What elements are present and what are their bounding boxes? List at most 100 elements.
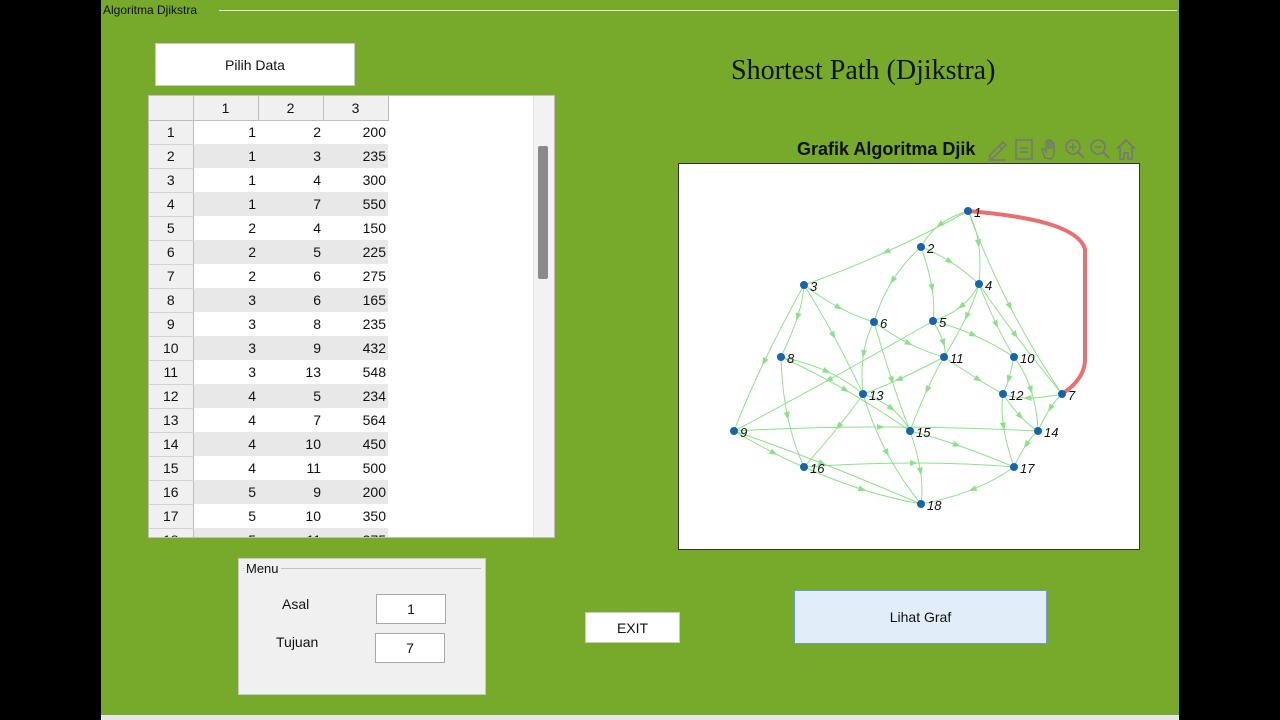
table-row[interactable]: 1 1 2 200 xyxy=(149,120,388,145)
row-header[interactable]: 6 xyxy=(149,240,194,265)
table-cell[interactable]: 375 xyxy=(323,528,388,537)
row-header[interactable]: 7 xyxy=(149,264,194,289)
table-cell[interactable]: 234 xyxy=(323,384,388,408)
table-row[interactable]: 5 2 4 150 xyxy=(149,216,388,241)
column-header[interactable]: 2 xyxy=(258,96,324,121)
table-cell[interactable]: 6 xyxy=(258,288,323,312)
row-header[interactable]: 9 xyxy=(149,312,194,337)
exit-button[interactable]: EXIT xyxy=(585,612,680,643)
table-cell[interactable]: 4 xyxy=(258,216,323,240)
table-cell[interactable]: 300 xyxy=(323,168,388,192)
table-row[interactable]: 11 3 13 548 xyxy=(149,360,388,385)
table-cell[interactable]: 200 xyxy=(323,120,388,144)
table-cell[interactable]: 10 xyxy=(258,504,323,528)
table-cell[interactable]: 1 xyxy=(193,168,258,192)
table-row[interactable]: 10 3 9 432 xyxy=(149,336,388,361)
table-cell[interactable]: 2 xyxy=(193,240,258,264)
row-header[interactable]: 11 xyxy=(149,360,194,385)
table-cell[interactable]: 200 xyxy=(323,480,388,504)
table-row[interactable]: 18511375 xyxy=(149,528,388,537)
table-row[interactable]: 3 1 4 300 xyxy=(149,168,388,193)
table-row[interactable]: 7 2 6 275 xyxy=(149,264,388,289)
table-cell[interactable]: 2 xyxy=(258,120,323,144)
table-cell[interactable]: 548 xyxy=(323,360,388,384)
table-cell[interactable]: 4 xyxy=(258,168,323,192)
table-cell[interactable]: 11 xyxy=(258,528,323,537)
row-header[interactable]: 14 xyxy=(149,432,194,457)
table-cell[interactable]: 3 xyxy=(193,360,258,384)
table-cell[interactable]: 150 xyxy=(323,216,388,240)
table-cell[interactable]: 5 xyxy=(258,240,323,264)
table-cell[interactable]: 450 xyxy=(323,432,388,456)
table-cell[interactable]: 3 xyxy=(193,288,258,312)
asal-input[interactable] xyxy=(376,594,446,624)
table-cell[interactable]: 8 xyxy=(258,312,323,336)
row-header[interactable]: 15 xyxy=(149,456,194,481)
table-cell[interactable]: 564 xyxy=(323,408,388,432)
table-row[interactable]: 6 2 5 225 xyxy=(149,240,388,265)
table-row[interactable]: 16 5 9 200 xyxy=(149,480,388,505)
table-cell[interactable]: 3 xyxy=(193,312,258,336)
graph-axes[interactable]: 1 2 3 4 5 6 7 8 9 10 11 12 13 14 15 16 17 18 xyxy=(678,163,1140,550)
row-header[interactable]: 3 xyxy=(149,168,194,193)
table-scrollbar-thumb[interactable] xyxy=(538,146,548,279)
row-header[interactable]: 16 xyxy=(149,480,194,505)
table-cell[interactable]: 225 xyxy=(323,240,388,264)
row-header[interactable]: 13 xyxy=(149,408,194,433)
column-header[interactable]: 1 xyxy=(193,96,259,121)
table-cell[interactable]: 7 xyxy=(258,192,323,216)
table-cell[interactable]: 5 xyxy=(193,480,258,504)
table-cell[interactable]: 5 xyxy=(193,504,258,528)
table-cell[interactable]: 1 xyxy=(193,144,258,168)
table-cell[interactable]: 1 xyxy=(193,120,258,144)
pan-hand-icon[interactable] xyxy=(1038,136,1062,162)
row-header[interactable]: 4 xyxy=(149,192,194,217)
table-cell[interactable]: 275 xyxy=(323,264,388,288)
table-cell[interactable]: 11 xyxy=(258,456,323,480)
table-row[interactable]: 4 1 7 550 xyxy=(149,192,388,217)
row-header[interactable]: 17 xyxy=(149,504,194,529)
row-header[interactable]: 2 xyxy=(149,144,194,169)
table-cell[interactable]: 9 xyxy=(258,480,323,504)
table-row[interactable]: 12 4 5 234 xyxy=(149,384,388,409)
table-cell[interactable]: 3 xyxy=(258,144,323,168)
table-cell[interactable]: 4 xyxy=(193,432,258,456)
data-table-panel[interactable]: 1 2 3 1 1 2 200 2 1 3 235 3 1 4 300 4 1 7 550 5 2 4 150 6 2 5 2… xyxy=(148,95,555,538)
zoom-out-icon[interactable] xyxy=(1088,136,1112,162)
table-cell[interactable]: 5 xyxy=(193,528,258,537)
table-row[interactable]: 15 4 11 500 xyxy=(149,456,388,481)
table-row[interactable]: 14 4 10 450 xyxy=(149,432,388,457)
table-cell[interactable]: 2 xyxy=(193,216,258,240)
table-cell[interactable]: 7 xyxy=(258,408,323,432)
row-header[interactable]: 12 xyxy=(149,384,194,409)
table-cell[interactable]: 2 xyxy=(193,264,258,288)
table-cell[interactable]: 4 xyxy=(193,408,258,432)
table-cell[interactable]: 4 xyxy=(193,456,258,480)
row-header[interactable]: 1 xyxy=(149,120,194,145)
table-cell[interactable]: 350 xyxy=(323,504,388,528)
row-header[interactable]: 5 xyxy=(149,216,194,241)
brush-icon[interactable] xyxy=(985,136,1009,162)
pilih-data-button[interactable]: Pilih Data xyxy=(155,43,355,86)
table-cell[interactable]: 1 xyxy=(193,192,258,216)
row-header[interactable]: 8 xyxy=(149,288,194,313)
table-cell[interactable]: 432 xyxy=(323,336,388,360)
table-cell[interactable]: 550 xyxy=(323,192,388,216)
table-cell[interactable]: 5 xyxy=(258,384,323,408)
table-row[interactable]: 13 4 7 564 xyxy=(149,408,388,433)
table-cell[interactable]: 500 xyxy=(323,456,388,480)
zoom-in-icon[interactable] xyxy=(1063,136,1087,162)
table-cell[interactable]: 13 xyxy=(258,360,323,384)
tujuan-input[interactable] xyxy=(375,633,445,663)
home-icon[interactable] xyxy=(1114,136,1138,162)
table-cell[interactable]: 4 xyxy=(193,384,258,408)
table-row[interactable]: 8 3 6 165 xyxy=(149,288,388,313)
data-tip-icon[interactable] xyxy=(1012,136,1036,162)
table-cell[interactable]: 235 xyxy=(323,144,388,168)
table-cell[interactable]: 165 xyxy=(323,288,388,312)
table-row[interactable]: 2 1 3 235 xyxy=(149,144,388,169)
column-header[interactable]: 3 xyxy=(323,96,389,121)
lihat-graf-button[interactable]: Lihat Graf xyxy=(794,590,1047,644)
row-header[interactable]: 10 xyxy=(149,336,194,361)
table-cell[interactable]: 6 xyxy=(258,264,323,288)
